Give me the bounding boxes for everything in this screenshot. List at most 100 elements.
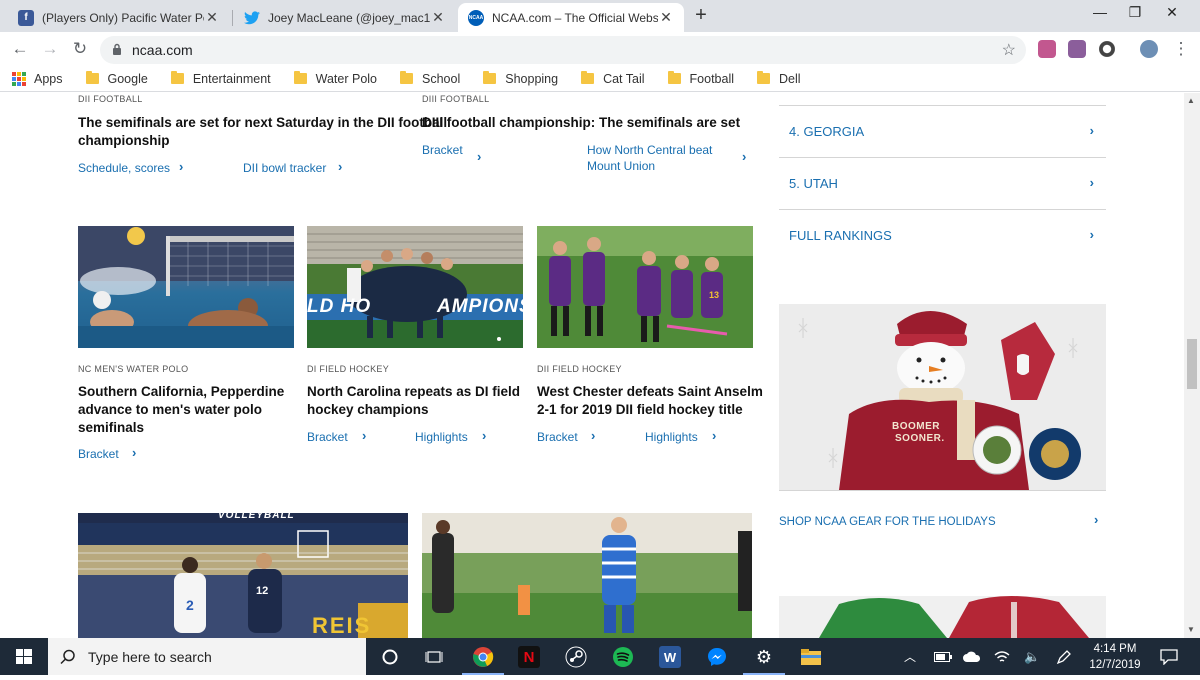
chevron-right-icon[interactable]: › [477,149,481,164]
ranking-label: 5. UTAH [789,176,838,191]
svg-text:13: 13 [709,290,719,300]
gym-banner-text: VOLLEYBALL [218,513,295,521]
bookmark-folder[interactable]: Dell [757,71,801,86]
ranking-row-utah[interactable]: 5. UTAH › [779,157,1106,209]
dii-bowl-tracker-link[interactable]: DII bowl tracker [243,160,326,176]
water-polo-photo[interactable] [78,226,294,348]
bookmark-folder[interactable]: Google [85,71,148,86]
profile-avatar[interactable] [1140,40,1158,58]
holiday-gear-promo-image[interactable]: BOOMER SOONER. [779,304,1106,490]
field-hockey-celebration-photo[interactable]: LD HO AMPIONSH [307,226,523,348]
show-hidden-icons[interactable]: ︿ [904,638,916,675]
close-tab-icon[interactable]: ✕ [658,9,674,26]
notifications-icon[interactable] [1160,638,1178,675]
back-icon[interactable]: ← [9,38,31,60]
ncaa-page: DII FOOTBALL The semifinals are set for … [0,93,1184,638]
bookmark-star-icon[interactable]: ☆ [1002,40,1016,60]
reload-icon[interactable]: ↻ [69,38,91,60]
highlights-link[interactable]: Highlights [415,429,468,445]
full-rankings-row[interactable]: FULL RANKINGS › [779,209,1106,261]
scrollbar-thumb[interactable] [1187,339,1197,389]
wifi-icon[interactable] [994,638,1010,675]
story-headline[interactable]: West Chester defeats Saint Anselm [537,383,763,401]
steam-icon[interactable] [565,646,587,668]
how-north-central-beat-link[interactable]: Mount Union [587,158,655,174]
apparel-promo-image[interactable] [779,596,1106,638]
new-tab-button[interactable]: + [688,4,714,28]
onedrive-cloud-icon[interactable] [962,638,982,675]
scroll-up-icon[interactable]: ▲ [1187,96,1195,105]
bookmark-apps[interactable]: Apps [12,71,63,86]
address-bar[interactable]: ncaa.com ☆ [100,36,1026,64]
extension-icon[interactable] [1068,40,1086,58]
chevron-right-icon[interactable]: › [1094,512,1098,527]
ornament-text: BOOMER [892,421,940,432]
netflix-icon[interactable]: N [518,646,540,668]
battery-icon[interactable] [934,638,952,675]
messenger-icon[interactable] [706,646,728,668]
minimize-icon[interactable]: — [1080,4,1120,20]
tab-facebook[interactable]: f (Players Only) Pacific Water Polo ✕ [8,3,230,32]
chrome-icon[interactable] [472,646,494,668]
cortana-icon[interactable] [379,646,401,668]
tab-ncaa[interactable]: NCAA NCAA.com – The Official Website ✕ [458,3,684,32]
bracket-link[interactable]: Bracket [78,446,119,462]
how-north-central-beat-link[interactable]: How North Central beat [587,142,712,158]
restore-icon[interactable]: ❐ [1115,4,1155,21]
extension-icon[interactable] [1098,40,1116,58]
bookmark-folder[interactable]: Shopping [483,71,558,86]
chevron-right-icon[interactable]: › [482,428,486,443]
volleyball-photo[interactable]: VOLLEYBALL 2 12 REIS [78,513,408,638]
west-chester-field-hockey-photo[interactable]: 13 [537,226,753,348]
shop-ncaa-gear-link[interactable]: SHOP NCAA GEAR FOR THE HOLIDAYS [779,514,996,530]
chevron-right-icon[interactable]: › [591,428,595,443]
story-headline[interactable]: championship [78,132,170,150]
story-headline[interactable]: advance to men's water polo [78,401,262,419]
story-headline[interactable]: Southern California, Pepperdine [78,383,284,401]
schedule-scores-link[interactable]: Schedule, scores [78,160,170,176]
bookmark-folder[interactable]: Entertainment [170,71,271,86]
windows-start-button[interactable] [0,638,48,675]
chevron-right-icon[interactable]: › [338,159,342,174]
soccer-photo[interactable] [422,513,752,638]
story-headline[interactable]: 2-1 for 2019 DII field hockey title [537,401,743,419]
forward-icon[interactable]: → [39,38,61,60]
volume-icon[interactable]: 🔈 [1024,638,1040,675]
chevron-right-icon[interactable]: › [712,428,716,443]
system-clock[interactable]: 4:14 PM 12/7/2019 [1080,641,1150,673]
taskbar-search-box[interactable]: Type here to search [48,638,366,675]
file-explorer-icon[interactable] [800,646,822,668]
word-icon[interactable]: W [659,646,681,668]
tab-twitter[interactable]: Joey MacLeane (@joey_mac18) / ✕ [234,3,456,32]
bookmark-label: Football [689,71,735,86]
close-tab-icon[interactable]: ✕ [430,9,446,26]
bookmark-folder[interactable]: School [400,71,460,86]
close-window-icon[interactable]: ✕ [1152,4,1192,21]
page-scrollbar[interactable]: ▲ ▼ [1184,93,1200,638]
bookmark-folder[interactable]: Water Polo [293,71,377,86]
bookmark-folder[interactable]: Football [667,71,735,86]
bookmark-folder[interactable]: Cat Tail [581,71,645,86]
spotify-icon[interactable] [612,646,634,668]
ranking-row-georgia[interactable]: 4. GEORGIA › [779,105,1106,157]
scroll-down-icon[interactable]: ▼ [1187,625,1195,634]
task-view-icon[interactable] [423,646,445,668]
pen-workspace-icon[interactable] [1056,638,1072,675]
close-tab-icon[interactable]: ✕ [204,9,220,26]
bracket-link[interactable]: Bracket [537,429,578,445]
settings-gear-icon[interactable]: ⚙ [753,646,775,668]
menu-icon[interactable]: ⋮ [1170,38,1192,60]
story-headline[interactable]: hockey champions [307,401,429,419]
story-headline[interactable]: semifinals [78,419,144,437]
bracket-link[interactable]: Bracket [422,142,463,158]
story-headline[interactable]: North Carolina repeats as DI field [307,383,520,401]
chevron-right-icon[interactable]: › [179,159,183,174]
chevron-right-icon[interactable]: › [362,428,366,443]
bracket-link[interactable]: Bracket [307,429,348,445]
story-headline[interactable]: The semifinals are set for next Saturday… [78,114,447,132]
chevron-right-icon[interactable]: › [132,445,136,460]
extension-icon[interactable] [1038,40,1056,58]
story-headline[interactable]: DIII football championship: The semifina… [422,114,740,132]
chevron-right-icon[interactable]: › [742,149,746,164]
highlights-link[interactable]: Highlights [645,429,698,445]
